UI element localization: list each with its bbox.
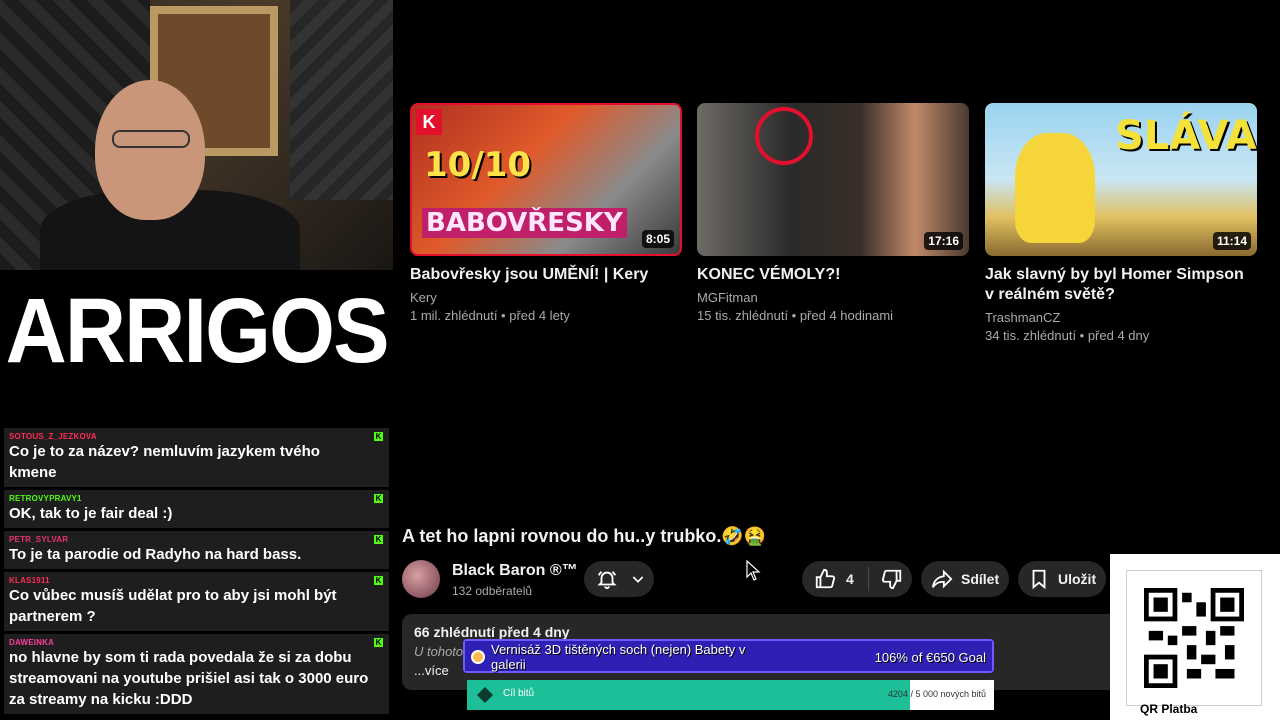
chat-username: DAWEINKA [9, 638, 55, 647]
channel-avatar[interactable] [402, 560, 440, 598]
chat-text: no hlavne by som ti rada povedala že si … [9, 649, 369, 708]
bits-goal-bar: Cíl bitů 4204 / 5 000 nových bitů [467, 680, 994, 710]
bookmark-icon [1032, 569, 1046, 590]
webcam-feed [0, 0, 393, 270]
mouse-cursor-icon [746, 560, 761, 581]
chat-panel: SOTOUS_Z_JEZKOVA Co je to za název? neml… [0, 420, 393, 720]
video-duration: 17:16 [924, 232, 963, 250]
donation-goal-title: Vernisáž 3D tištěných soch (nejen) Babet… [491, 642, 746, 672]
video-title[interactable]: Jak slavný by byl Homer Simpson v reálné… [985, 265, 1257, 305]
chat-message: KLAS1911 Co vůbec musíš udělat pro to ab… [4, 572, 389, 631]
notification-button[interactable] [584, 561, 654, 597]
description-views: 66 zhlédnutí před 4 dny [414, 624, 570, 640]
video-meta: 1 mil. zhlédnutí • před 4 lety [410, 308, 570, 323]
share-button[interactable]: Sdílet [921, 561, 1009, 597]
bell-icon [597, 571, 617, 590]
chat-message: PETR_SYLVAR To je ta parodie od Radyho n… [4, 531, 389, 569]
video-channel[interactable]: Kery [410, 290, 682, 305]
qr-code-icon [1144, 588, 1244, 688]
streamer-glasses [112, 130, 190, 148]
kick-icon: K [374, 494, 383, 503]
kick-icon: K [374, 432, 383, 441]
kick-icon: K [374, 576, 383, 585]
like-button[interactable]: 4 [802, 561, 868, 597]
dislike-button[interactable] [867, 567, 903, 591]
video-duration: 8:05 [641, 230, 674, 248]
qr-label: QR Platba [1140, 702, 1198, 716]
chat-username: RETROVYPRAVY1 [9, 494, 82, 503]
like-count: 4 [846, 571, 854, 587]
chat-message: DAWEINKA no hlavne by som ti rada poveda… [4, 634, 389, 714]
channel-logo: ARRIGOS [0, 272, 393, 390]
chat-text: Co vůbec musíš udělat pro to aby jsi moh… [9, 587, 337, 625]
qr-payment-box: QR Platba [1110, 554, 1280, 720]
subscriber-count: 132 odběratelů [452, 584, 533, 598]
video-title[interactable]: Babovřesky jsou UMĚNÍ! | Kery [410, 265, 682, 285]
donation-goal-amount: 106% of €650 Goal [874, 650, 986, 665]
video-card[interactable]: SLÁVA 11:14 Jak slavný by byl Homer Simp… [985, 103, 1257, 343]
chat-text: To je ta parodie od Radyho na hard bass. [9, 546, 302, 563]
save-button[interactable]: Uložit [1018, 561, 1106, 597]
kery-logo-icon: K [416, 109, 442, 135]
thumbnail-title: BABOVŘESKY [422, 208, 627, 238]
video-thumbnail[interactable]: 10/10 BABOVŘESKY K 8:05 [410, 103, 682, 256]
thumbnail-rating: 10/10 [424, 145, 532, 185]
chat-username: KLAS1911 [9, 576, 50, 585]
thumbs-up-icon [815, 568, 836, 589]
channel-name[interactable]: Black Baron ®™ [452, 562, 578, 580]
main-video-title: A tet ho lapni rovnou do hu..y trubko.🤣🤮 [402, 526, 767, 546]
video-channel[interactable]: TrashmanCZ [985, 310, 1257, 325]
chat-text: OK, tak to je fair deal :) [9, 505, 173, 522]
video-meta: 15 tis. zhlédnutí • před 4 hodinami [697, 308, 894, 323]
video-card[interactable]: 10/10 BABOVŘESKY K 8:05 Babovřesky jsou … [410, 103, 682, 323]
bits-goal-amount: 4204 / 5 000 nových bitů [887, 689, 986, 699]
kick-icon: K [374, 535, 383, 544]
save-label: Uložit [1058, 571, 1097, 587]
share-icon [931, 569, 953, 589]
goal-icon [471, 650, 485, 664]
qr-frame [1126, 570, 1262, 706]
homer-figure [1015, 133, 1095, 243]
logo-text: ARRIGOS [5, 279, 389, 382]
video-title[interactable]: KONEC VÉMOLY?! [697, 265, 969, 285]
thumbs-down-icon [881, 569, 901, 590]
video-thumbnail[interactable]: 17:16 [697, 103, 969, 256]
highlight-circle [755, 107, 813, 165]
like-dislike-group: 4 [802, 561, 912, 597]
chat-message: SOTOUS_Z_JEZKOVA Co je to za název? neml… [4, 428, 389, 487]
share-label: Sdílet [961, 571, 1000, 587]
bits-goal-label: Cíl bitů [503, 688, 535, 699]
streamer-face [95, 80, 205, 220]
chat-username: PETR_SYLVAR [9, 535, 69, 544]
video-channel[interactable]: MGFitman [697, 290, 969, 305]
acoustic-panel [290, 0, 393, 200]
donation-goal-bar: Vernisáž 3D tištěných soch (nejen) Babet… [463, 639, 994, 673]
chat-message: RETROVYPRAVY1 OK, tak to je fair deal :)… [4, 490, 389, 528]
thumbnail-title: SLÁVA [1115, 113, 1257, 159]
chat-username: SOTOUS_Z_JEZKOVA [9, 432, 97, 441]
video-thumbnail[interactable]: SLÁVA 11:14 [985, 103, 1257, 256]
chat-text: Co je to za název? nemluvím jazykem tvéh… [9, 443, 320, 481]
video-meta: 34 tis. zhlédnutí • před 4 dny [985, 328, 1150, 343]
chevron-down-icon [632, 576, 644, 583]
video-card[interactable]: 17:16 KONEC VÉMOLY?! MGFitman 15 tis. zh… [697, 103, 969, 323]
kick-icon: K [374, 638, 383, 647]
video-duration: 11:14 [1212, 232, 1251, 250]
